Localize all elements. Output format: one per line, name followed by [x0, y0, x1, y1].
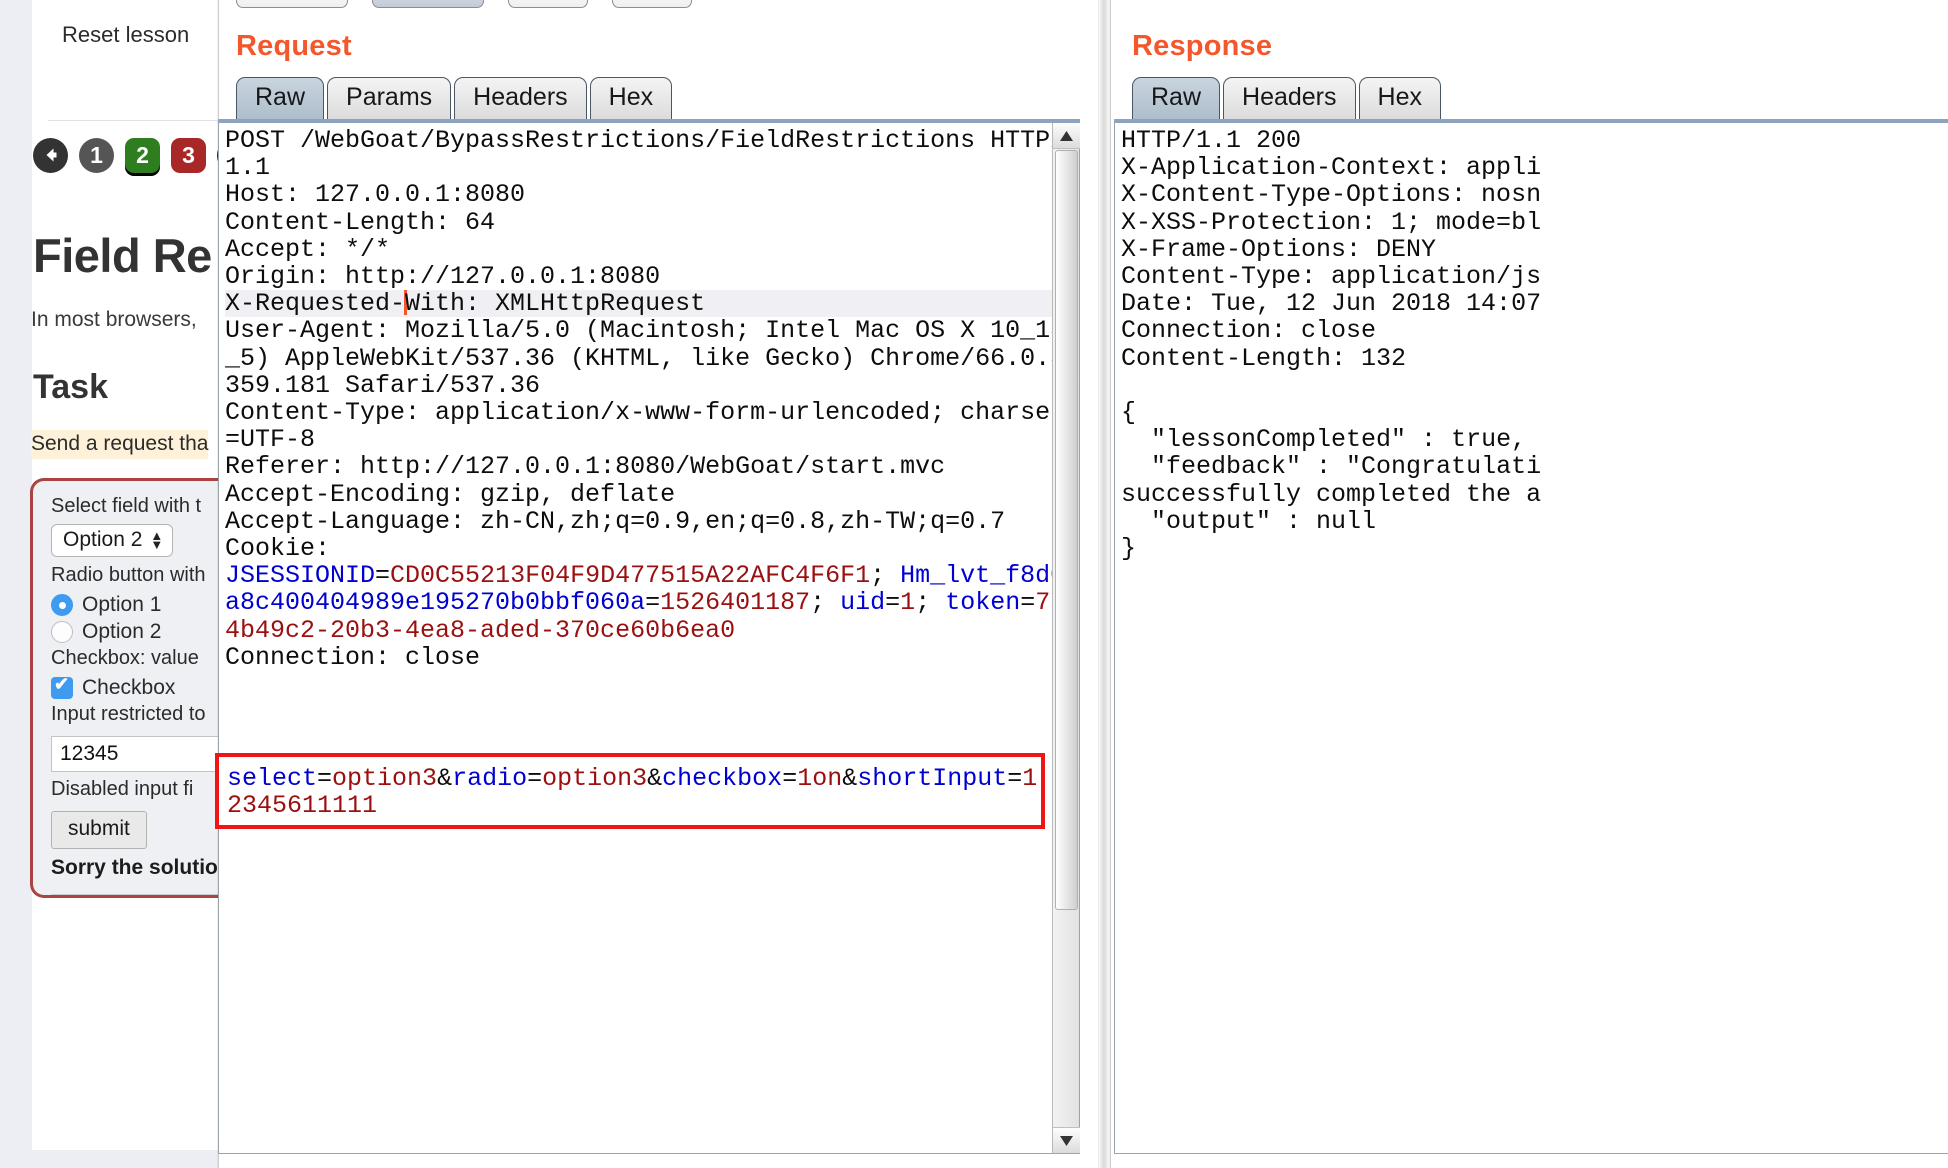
lesson-intro: In most browsers, [31, 308, 197, 331]
tab-request-raw[interactable]: Raw [236, 77, 325, 119]
request-raw-text[interactable]: POST /WebGoat/BypassRestrictions/FieldRe… [219, 123, 1079, 1153]
request-tabs: Raw Params Headers Hex [236, 76, 675, 119]
request-body-highlight: select=option3&radio=option3&checkbox=1o… [215, 753, 1045, 830]
radio-option-1-label: Option 1 [82, 593, 162, 616]
tab-request-hex[interactable]: Hex [589, 77, 673, 119]
request-scrollbar[interactable] [1052, 123, 1080, 1153]
step-2-button[interactable]: 2 [125, 137, 160, 173]
step-prev-button[interactable] [33, 137, 68, 173]
checkbox-checked-icon[interactable] [51, 674, 73, 699]
response-panel: Response Raw Headers Hex HTTP/1.1 200 X-… [1110, 0, 1948, 1168]
request-editor[interactable]: POST /WebGoat/BypassRestrictions/FieldRe… [215, 119, 1080, 1154]
response-raw-text[interactable]: HTTP/1.1 200 X-Application-Context: appl… [1115, 123, 1948, 1153]
submit-button[interactable]: submit [51, 811, 147, 849]
toolbar-button-forward[interactable] [236, 0, 348, 8]
radio-option-2-label: Option 2 [82, 620, 162, 643]
screen: Reset lesson 1 2 3 Field Re In most brow… [0, 0, 1948, 1168]
step-3-button[interactable]: 3 [171, 137, 206, 173]
toolbar-button-intercept[interactable] [508, 0, 588, 8]
select-field-value: Option 2 [63, 528, 143, 551]
tab-response-raw[interactable]: Raw [1132, 77, 1221, 119]
tab-request-params[interactable]: Params [327, 77, 452, 119]
toolbar-button-drop[interactable] [372, 0, 484, 8]
tab-response-hex[interactable]: Hex [1358, 77, 1441, 119]
select-field[interactable]: Option 2 ▲ ▼ [51, 524, 174, 557]
radio-icon-selected[interactable] [51, 594, 73, 616]
page-title: Field Re [33, 229, 212, 282]
response-panel-title: Response [1132, 30, 1273, 62]
checkbox-text: Checkbox [82, 676, 176, 699]
response-tabs: Raw Headers Hex [1132, 76, 1444, 119]
tab-request-headers[interactable]: Headers [454, 77, 587, 119]
text-caret [403, 290, 407, 316]
request-panel-title: Request [236, 30, 352, 62]
response-panel-left-edge [1110, 0, 1111, 1168]
scroll-down-arrow-icon[interactable] [1053, 1127, 1080, 1153]
response-editor[interactable]: HTTP/1.1 200 X-Application-Context: appl… [1114, 119, 1948, 1154]
toolbar-button-action[interactable] [612, 0, 692, 8]
tab-response-headers[interactable]: Headers [1223, 77, 1356, 119]
reset-lesson-link[interactable]: Reset lesson [62, 22, 189, 48]
interceptor-toolbar [236, 0, 692, 8]
task-heading: Task [33, 368, 108, 406]
scroll-up-arrow-icon[interactable] [1053, 123, 1080, 149]
chevron-updown-icon: ▲ ▼ [150, 528, 164, 552]
request-panel: Request Raw Params Headers Hex POST /Web… [215, 0, 1098, 1168]
step-1-button[interactable]: 1 [79, 137, 114, 173]
panel-separator [1098, 0, 1110, 1168]
scrollbar-thumb[interactable] [1055, 150, 1078, 910]
task-description: Send a request tha [31, 430, 209, 459]
radio-icon-unselected[interactable] [51, 621, 73, 643]
